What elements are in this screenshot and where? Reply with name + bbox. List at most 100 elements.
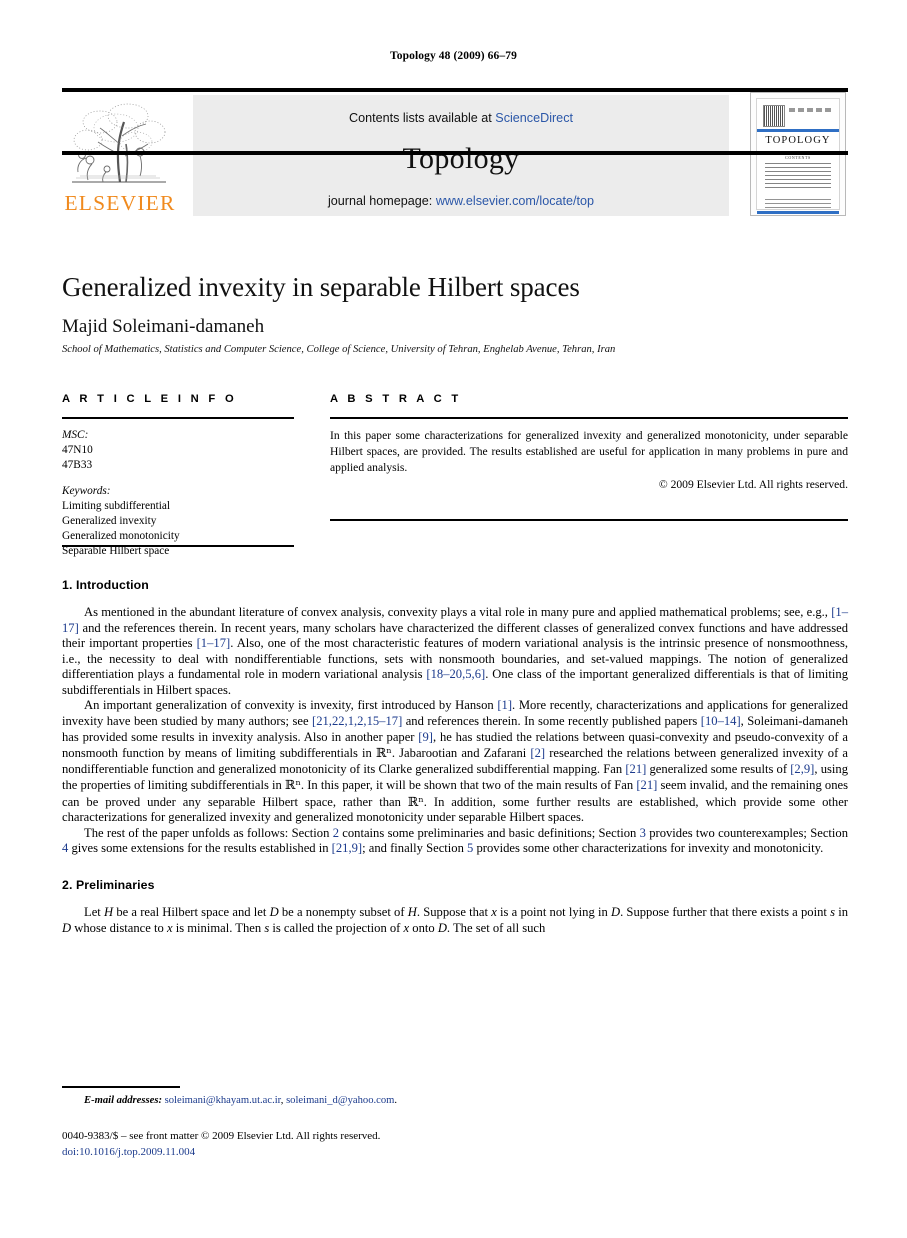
doi-link[interactable]: doi:10.1016/j.top.2009.11.004 bbox=[62, 1145, 848, 1161]
citation-link[interactable]: [21,9] bbox=[332, 841, 362, 855]
cover-contents-lines bbox=[765, 163, 831, 189]
citation-link[interactable]: [21,22,1,2,15–17] bbox=[312, 714, 402, 728]
citation-link[interactable]: [2,9] bbox=[790, 762, 814, 776]
text-run: Let bbox=[84, 905, 104, 920]
text-run: is called the projection of bbox=[269, 920, 404, 935]
text-run: . Suppose further that there exists a po… bbox=[620, 905, 831, 920]
intro-paragraph-1: As mentioned in the abundant literature … bbox=[62, 605, 848, 698]
issn-copyright-line: 0040-9383/$ – see front matter © 2009 El… bbox=[62, 1130, 381, 1142]
imprint-block: 0040-9383/$ – see front matter © 2009 El… bbox=[62, 1129, 848, 1160]
citation-link[interactable]: [9] bbox=[418, 730, 433, 744]
math-var: D bbox=[610, 905, 621, 920]
journal-title: Topology bbox=[402, 142, 520, 175]
text-run: . bbox=[394, 1095, 398, 1106]
msc-code: 47B33 bbox=[62, 459, 93, 472]
email-link-secondary[interactable]: soleimani_d@yahoo.com bbox=[286, 1095, 394, 1106]
journal-homepage-link[interactable]: www.elsevier.com/locate/top bbox=[436, 194, 594, 208]
abstract-bottom-rule bbox=[330, 519, 848, 521]
contents-list-prefix: Contents lists available at bbox=[348, 111, 496, 125]
keyword-item: Generalized monotonicity bbox=[62, 530, 180, 543]
article-info-body: MSC: 47N10 47B33 Keywords: Limiting subd… bbox=[62, 428, 294, 559]
title-block: Generalized invexity in separable Hilber… bbox=[62, 272, 848, 355]
math-symbol-rn: ℝⁿ bbox=[375, 745, 392, 761]
barcode-icon bbox=[763, 105, 785, 127]
text-run: is a point not lying in bbox=[496, 905, 611, 920]
citation-link[interactable]: [1–17] bbox=[197, 636, 231, 650]
text-run: be a nonempty subset of bbox=[278, 905, 408, 920]
citation-link[interactable]: [18–20,5,6] bbox=[426, 667, 485, 681]
text-run: whose distance to bbox=[71, 920, 167, 935]
math-var: D bbox=[62, 920, 72, 935]
abstract-copyright: © 2009 Elsevier Ltd. All rights reserved… bbox=[658, 478, 848, 492]
text-run: be a real Hilbert space and let bbox=[113, 905, 270, 920]
paper-page: Topology 48 (2009) 66–79 ELSEVIER Conten… bbox=[0, 0, 907, 1238]
text-run: in bbox=[834, 905, 848, 920]
footnote-rule bbox=[62, 1086, 180, 1088]
text-run: As mentioned in the abundant literature … bbox=[84, 605, 832, 620]
text-run: is minimal. Then bbox=[172, 920, 265, 935]
citation-link[interactable]: [10–14] bbox=[701, 714, 741, 728]
author-affiliation: School of Mathematics, Statistics and Co… bbox=[62, 344, 616, 355]
text-run: provides some other characterizations fo… bbox=[473, 841, 824, 856]
abstract-rule bbox=[330, 417, 848, 419]
intro-paragraph-2: An important generalization of convexity… bbox=[62, 698, 848, 825]
text-run: generalized some results of bbox=[646, 761, 791, 776]
math-symbol-rn: ℝⁿ bbox=[407, 793, 424, 809]
text-run: ; and finally Section bbox=[362, 841, 468, 856]
citation-link[interactable]: [1] bbox=[497, 698, 512, 712]
text-run: contains some preliminaries and basic de… bbox=[338, 825, 640, 840]
cover-footer-lines bbox=[765, 199, 831, 208]
author-name: Majid Soleimani-damaneh bbox=[62, 316, 265, 337]
citation-link[interactable]: [21] bbox=[625, 762, 646, 776]
elsevier-tree-icon bbox=[62, 98, 174, 190]
contents-list-line: Contents lists available at ScienceDirec… bbox=[193, 95, 729, 125]
math-var: D bbox=[437, 920, 447, 935]
abstract-text: In this paper some characterizations for… bbox=[330, 429, 848, 474]
preliminaries-paragraph-1: Let H be a real Hilbert space and let D … bbox=[62, 905, 848, 936]
article-info-column: A R T I C L E I N F O MSC: 47N10 47B33 K… bbox=[62, 393, 294, 559]
page-footnote: E-mail addresses: soleimani@khayam.ut.ac… bbox=[62, 1086, 848, 1106]
text-run: provides two counterexamples; Section bbox=[645, 825, 848, 840]
math-var: D bbox=[269, 905, 279, 920]
text-run: . Jabarootian and Zafarani bbox=[391, 746, 531, 761]
homepage-prefix: journal homepage: bbox=[327, 194, 436, 208]
msc-code: 47N10 bbox=[62, 444, 93, 457]
cover-topbar bbox=[763, 105, 833, 127]
text-run: onto bbox=[409, 920, 438, 935]
email-link-primary[interactable]: soleimani@khayam.ut.ac.ir bbox=[165, 1095, 281, 1106]
elsevier-wordmark: ELSEVIER bbox=[64, 191, 176, 215]
text-run: . In this paper, it will be shown that t… bbox=[300, 778, 637, 793]
abstract-heading: A B S T R A C T bbox=[330, 393, 462, 405]
keyword-item: Limiting subdifferential bbox=[62, 500, 171, 513]
masthead-top-rule bbox=[62, 88, 848, 92]
article-info-heading: A R T I C L E I N F O bbox=[62, 393, 237, 405]
text-run: The rest of the paper unfolds as follows… bbox=[84, 825, 333, 840]
text-run: . Suppose that bbox=[416, 905, 492, 920]
msc-label: MSC: bbox=[62, 429, 89, 441]
journal-banner: Contents lists available at ScienceDirec… bbox=[193, 95, 729, 216]
section-heading-introduction: 1. Introduction bbox=[62, 578, 149, 592]
text-run: and references therein. In some recently… bbox=[402, 714, 701, 728]
keyword-item: Generalized invexity bbox=[62, 515, 157, 528]
citation-link[interactable]: [21] bbox=[636, 778, 657, 792]
math-var: H bbox=[407, 905, 417, 920]
intro-paragraph-3: The rest of the paper unfolds as follows… bbox=[62, 826, 848, 857]
text-run: . The set of all such bbox=[446, 920, 546, 935]
article-info-bottom-rule bbox=[62, 545, 294, 547]
journal-homepage-line: journal homepage: www.elsevier.com/locat… bbox=[193, 194, 729, 208]
page-title: Generalized invexity in separable Hilber… bbox=[62, 272, 580, 302]
cover-masthead-text bbox=[789, 108, 833, 112]
article-info-rule bbox=[62, 417, 294, 419]
running-head: Topology 48 (2009) 66–79 bbox=[390, 50, 517, 62]
cover-rule-top bbox=[757, 129, 839, 132]
cover-journal-title: TOPOLOGY bbox=[765, 135, 831, 146]
body-text: 1. Introduction As mentioned in the abun… bbox=[62, 578, 848, 936]
citation-link[interactable]: [2] bbox=[530, 746, 545, 760]
math-symbol-rn: ℝⁿ bbox=[284, 777, 301, 793]
keywords-label: Keywords: bbox=[62, 485, 111, 498]
math-var: H bbox=[104, 905, 114, 920]
abstract-column: A B S T R A C T In this paper some chara… bbox=[330, 393, 848, 491]
sciencedirect-link[interactable]: ScienceDirect bbox=[495, 111, 573, 125]
email-label: E-mail addresses: bbox=[84, 1095, 162, 1106]
